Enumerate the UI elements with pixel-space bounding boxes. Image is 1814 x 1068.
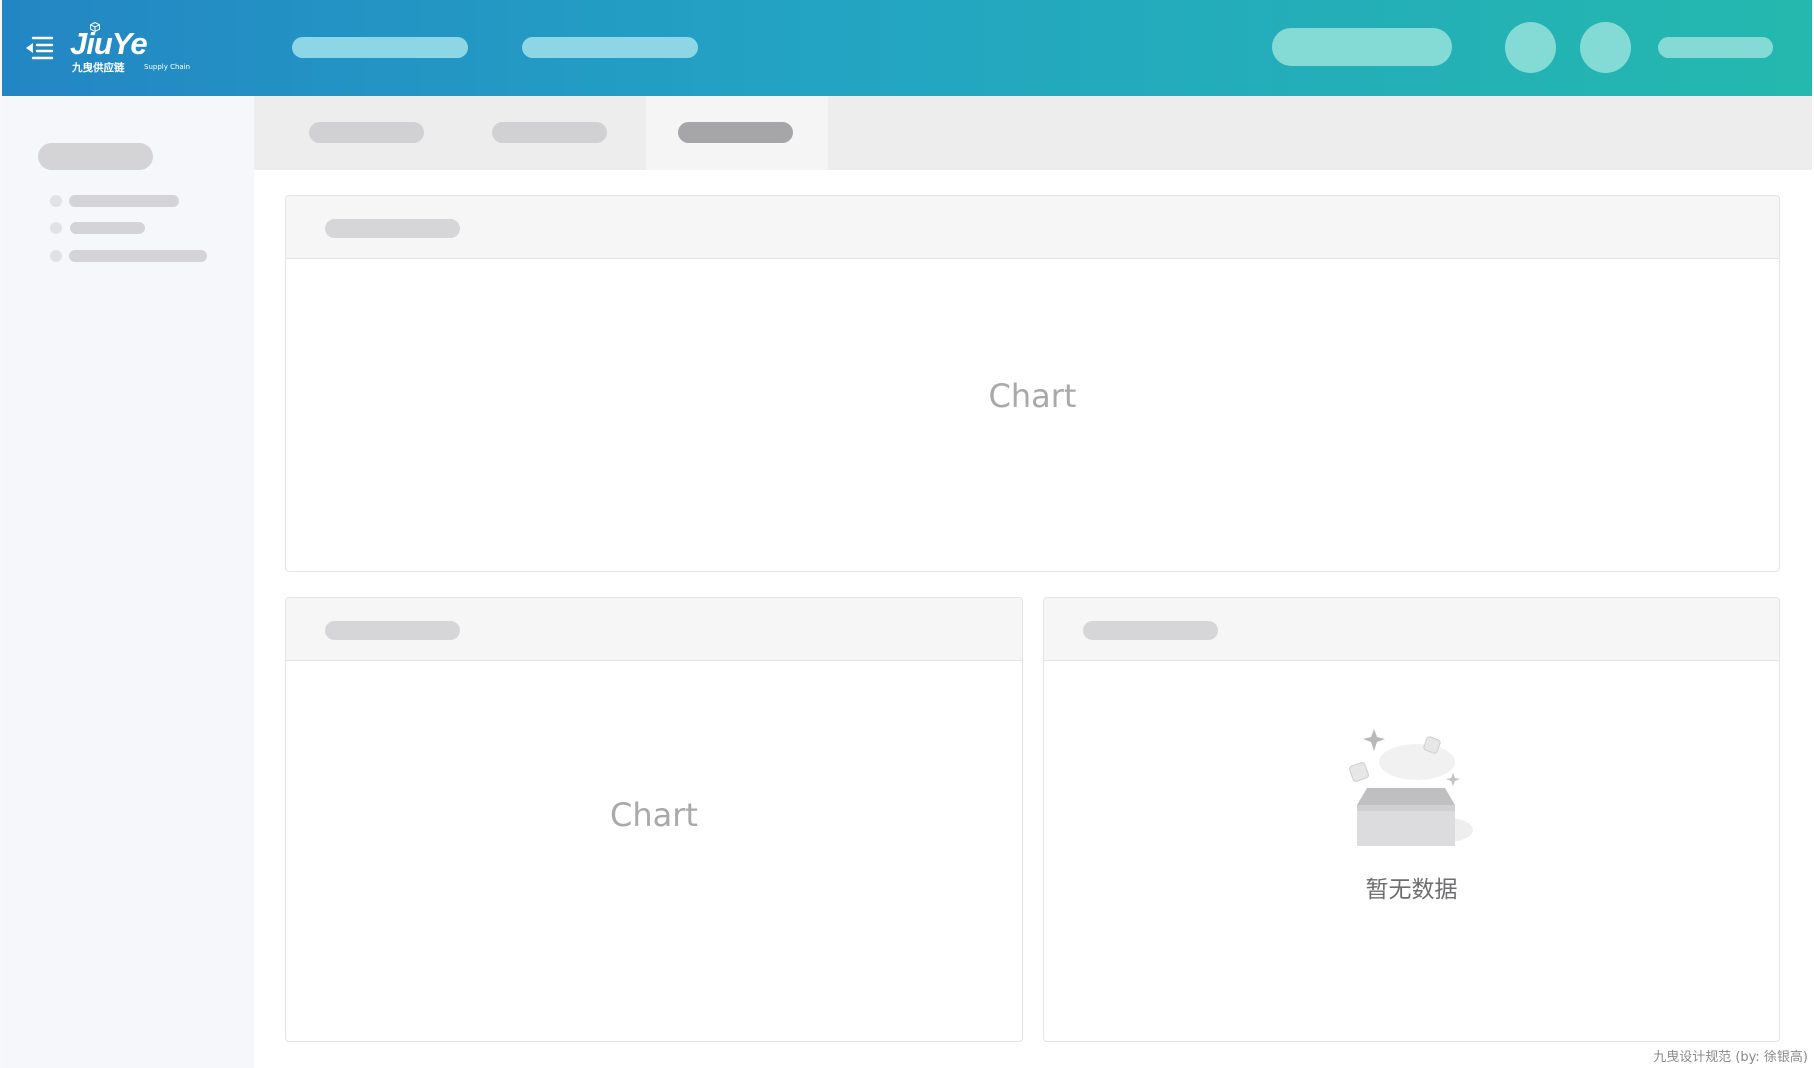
card-header	[1044, 598, 1779, 661]
logo-english-name: Supply Chain	[144, 63, 191, 71]
sidebar-item-bullet	[50, 250, 62, 262]
empty-box-icon	[1348, 729, 1473, 846]
tab-bar	[254, 96, 1812, 170]
logo-chinese-name: 九曳供应链	[72, 62, 125, 74]
chart-placeholder: Chart	[610, 796, 698, 834]
top-nav-item-1[interactable]	[292, 37, 468, 58]
header-search-placeholder[interactable]	[1272, 28, 1452, 66]
header-action-button-2[interactable]	[1580, 22, 1631, 73]
tab-3-active[interactable]	[646, 96, 828, 170]
sidebar-group-title[interactable]	[38, 143, 153, 170]
card-header	[286, 196, 1779, 259]
chart-placeholder: Chart	[988, 377, 1077, 415]
card-title-placeholder	[325, 621, 460, 640]
chart-card-bottom-left: Chart	[285, 597, 1023, 1042]
card-title-placeholder	[325, 219, 460, 238]
empty-card-bottom-right: 暂无数据	[1043, 597, 1780, 1042]
header-action-button-1[interactable]	[1505, 22, 1556, 73]
logo-wordmark: JiuYe	[70, 26, 148, 61]
top-header: JiuYe 九曳供应链 Supply Chain	[2, 0, 1812, 96]
sidebar-item-2[interactable]	[70, 222, 145, 234]
tab-1[interactable]	[254, 96, 436, 170]
card-header	[286, 598, 1022, 661]
sidebar-item-bullet	[50, 222, 62, 234]
sidebar-item-bullet	[50, 195, 62, 207]
sidebar-item-1[interactable]	[69, 195, 179, 207]
card-title-placeholder	[1083, 621, 1218, 640]
top-nav-item-2[interactable]	[522, 37, 698, 58]
sidebar-item-3[interactable]	[69, 250, 207, 262]
empty-state-text: 暂无数据	[1365, 877, 1458, 903]
chart-card-top: Chart	[285, 195, 1780, 572]
brand-logo[interactable]: JiuYe 九曳供应链 Supply Chain	[70, 22, 198, 78]
footer-credit: 九曳设计规范 (by: 徐银高)	[1653, 1050, 1808, 1065]
sidebar	[2, 96, 254, 1068]
menu-collapse-icon[interactable]	[24, 34, 54, 62]
user-menu-placeholder[interactable]	[1658, 37, 1773, 58]
tab-2[interactable]	[436, 96, 618, 170]
